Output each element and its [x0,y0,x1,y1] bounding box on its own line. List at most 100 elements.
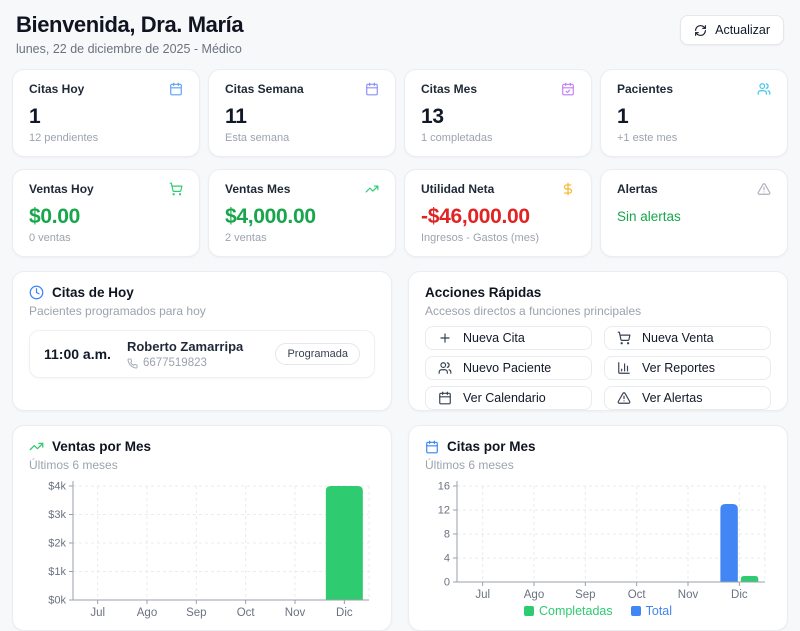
appointment-item[interactable]: 11:00 a.m. Roberto Zamarripa 6677519823 … [29,330,375,378]
quick-actions-card: Acciones Rápidas Accesos directos a func… [408,271,788,411]
y-tick-label: 12 [438,505,450,517]
appointment-patient: Roberto Zamarripa 6677519823 [127,339,243,369]
calendar-check-icon [561,82,575,96]
stat-card-citas-semana: Citas Semana 11 Esta semana [208,69,396,157]
page-title: Bienvenida, Dra. María [16,12,243,38]
legend-label: Total [646,604,672,618]
refresh-icon [694,24,707,37]
stat-value: $4,000.00 [225,205,379,229]
stat-label: Ventas Mes [225,182,290,196]
y-tick-label: $4k [48,481,66,493]
y-tick-label: 0 [444,577,450,589]
trending-up-icon [29,439,44,454]
appointments-subtitle: Pacientes programados para hoy [29,304,375,318]
legend-swatch [631,606,641,616]
y-tick-label: $3k [48,509,66,521]
view-calendar-button[interactable]: Ver Calendario [425,386,592,410]
appointments-chart-subtitle: Últimos 6 meses [425,458,771,472]
y-tick-label: 8 [444,529,450,541]
stat-value: Sin alertas [617,209,771,224]
calendar-icon [365,82,379,96]
stat-label: Ventas Hoy [29,182,94,196]
new-sale-button[interactable]: Nueva Venta [604,326,771,350]
users-icon [757,82,771,96]
plus-icon [438,331,452,345]
phone-icon [127,358,138,369]
appointments-title-row: Citas de Hoy [29,285,375,300]
page-subtitle: lunes, 22 de diciembre de 2025 - Médico [16,42,243,56]
action-label: Nuevo Paciente [463,361,551,375]
shopping-cart-icon [617,331,631,345]
new-appointment-button[interactable]: Nueva Cita [425,326,592,350]
calendar-icon [425,440,439,454]
legend-swatch [524,606,534,616]
x-tick-label: Ago [524,589,544,601]
x-tick-label: Dic [336,607,353,619]
alert-triangle-icon [617,391,631,405]
appointment-patient-name: Roberto Zamarripa [127,339,243,354]
stat-sub: +1 este mes [617,132,771,144]
calendar-icon [438,391,452,405]
view-reports-button[interactable]: Ver Reportes [604,356,771,380]
appointment-phone-number: 6677519823 [143,357,207,369]
y-tick-label: 4 [444,553,450,565]
appointment-phone-row: 6677519823 [127,357,243,369]
y-tick-label: $1k [48,566,66,578]
refresh-button[interactable]: Actualizar [680,15,784,45]
stat-card-pacientes: Pacientes 1 +1 este mes [600,69,788,157]
stat-card-utilidad-neta: Utilidad Neta -$46,000.00 Ingresos - Gas… [404,169,592,257]
stats-grid: Citas Hoy 1 12 pendientes Citas Semana 1… [12,69,788,257]
appointments-by-month-chart: 0481216JulAgoSepOctNovDic [425,478,771,602]
stat-card-citas-hoy: Citas Hoy 1 12 pendientes [12,69,200,157]
bar-Dic-Completadas [741,576,758,582]
action-label: Ver Calendario [463,391,546,405]
bar-Dic-Ventas [326,486,363,600]
trending-up-icon [365,182,379,196]
dollar-icon [561,182,575,196]
new-patient-button[interactable]: Nuevo Paciente [425,356,592,380]
x-tick-label: Oct [237,607,256,619]
action-label: Nueva Cita [463,331,525,345]
charts-row: Ventas por Mes Últimos 6 meses $0k$1k$2k… [12,425,788,631]
quick-actions-grid: Nueva Cita Nueva Venta Nuevo Paciente Ve… [425,326,771,410]
calendar-icon [169,82,183,96]
todays-appointments-card: Citas de Hoy Pacientes programados para … [12,271,392,411]
stat-label: Citas Mes [421,82,477,96]
stat-card-ventas-hoy: Ventas Hoy $0.00 0 ventas [12,169,200,257]
stat-value: 1 [29,105,183,129]
stat-value: $0.00 [29,205,183,229]
stat-value: 1 [617,105,771,129]
x-tick-label: Dic [731,589,748,601]
stat-card-alertas: Alertas Sin alertas [600,169,788,257]
appointments-by-month-card: Citas por Mes Últimos 6 meses 0481216Jul… [408,425,788,631]
stat-label: Citas Hoy [29,82,84,96]
stat-sub: Ingresos - Gastos (mes) [421,232,575,244]
y-tick-label: $2k [48,538,66,550]
x-tick-label: Ago [137,607,157,619]
stat-value: 11 [225,105,379,129]
x-tick-label: Jul [90,607,105,619]
stat-value: -$46,000.00 [421,205,575,229]
chart-legend: Completadas Total [425,604,771,618]
view-alerts-button[interactable]: Ver Alertas [604,386,771,410]
stat-label: Alertas [617,182,658,196]
appointment-time: 11:00 a.m. [44,346,111,362]
legend-item-completadas: Completadas [524,604,613,618]
stat-sub: 2 ventas [225,232,379,244]
stat-label: Pacientes [617,82,673,96]
bar-Dic-Total [720,504,737,582]
x-tick-label: Sep [186,607,206,619]
refresh-button-label: Actualizar [715,23,770,37]
stat-card-ventas-mes: Ventas Mes $4,000.00 2 ventas [208,169,396,257]
action-label: Ver Reportes [642,361,715,375]
stat-sub: 12 pendientes [29,132,183,144]
x-tick-label: Jul [475,589,490,601]
sales-by-month-card: Ventas por Mes Últimos 6 meses $0k$1k$2k… [12,425,392,631]
quick-actions-title: Acciones Rápidas [425,285,541,300]
x-tick-label: Sep [575,589,595,601]
header-text: Bienvenida, Dra. María lunes, 22 de dici… [16,12,243,56]
middle-row: Citas de Hoy Pacientes programados para … [12,271,788,411]
stat-label: Citas Semana [225,82,304,96]
page-header: Bienvenida, Dra. María lunes, 22 de dici… [12,10,788,56]
x-tick-label: Nov [678,589,699,601]
